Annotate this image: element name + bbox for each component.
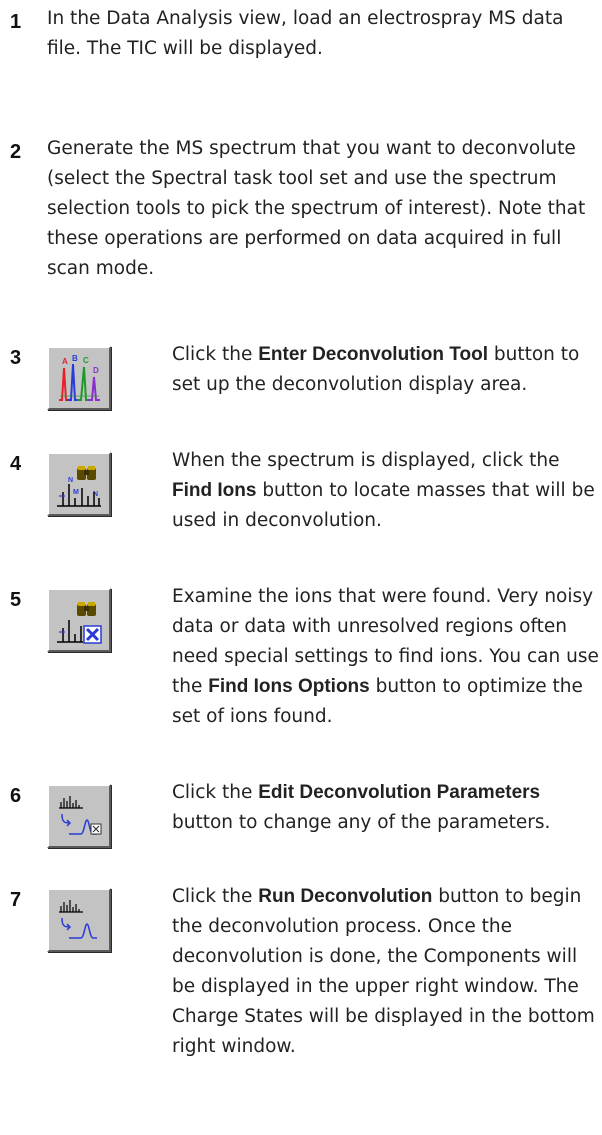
step-text: When the spectrum is displayed, click th…	[172, 446, 600, 536]
step-text-pre: Click the	[172, 886, 259, 907]
run-deconvolution-icon	[59, 900, 97, 939]
edit-deconvolution-parameters-icon	[59, 796, 102, 835]
enter-deconvolution-tool-button[interactable]: A B C D	[47, 346, 111, 410]
step-button-name: Find Ions Options	[208, 676, 370, 697]
step-number: 3	[10, 347, 22, 369]
run-deconvolution-button[interactable]	[47, 888, 111, 952]
mass-label-n: N	[68, 477, 73, 484]
step-text-pre: When the spectrum is displayed, click th…	[172, 450, 560, 471]
peak-label-b: B	[72, 354, 78, 363]
step-text: In the Data Analysis view, load an elect…	[47, 8, 564, 59]
peak-label-d: D	[93, 366, 99, 375]
find-ions-options-button[interactable]	[47, 588, 111, 652]
step-number: 1	[10, 11, 22, 33]
step-text: Click the Edit Deconvolution Parameters …	[172, 778, 600, 838]
step-number: 2	[10, 141, 22, 163]
step-number: 5	[10, 589, 22, 611]
step-text-post: button to change any of the parameters.	[172, 812, 551, 833]
step-text: Click the Enter Deconvolution Tool butto…	[172, 340, 600, 400]
step-text-pre: Click the	[172, 344, 259, 365]
step-button-name: Enter Deconvolution Tool	[258, 344, 488, 365]
step-number: 7	[10, 889, 22, 911]
step-button-name: Find Ions	[172, 480, 257, 501]
step-text-pre: Click the	[172, 782, 259, 803]
step-text-post: button to begin the deconvolution proces…	[172, 886, 595, 1057]
step-button-name: Run Deconvolution	[258, 886, 433, 907]
peak-label-c: C	[83, 356, 89, 365]
peak-label-a: A	[62, 357, 68, 366]
step-number: 4	[10, 453, 22, 475]
step-text: Click the Run Deconvolution button to be…	[172, 882, 600, 1062]
edit-deconvolution-parameters-button[interactable]	[47, 784, 111, 848]
enter-deconvolution-tool-icon: A B C D	[59, 354, 100, 401]
step-text: Generate the MS spectrum that you want t…	[47, 138, 586, 279]
find-ions-icon: N M N	[57, 466, 101, 507]
step-button-name: Edit Deconvolution Parameters	[258, 782, 541, 803]
mass-label-m: M	[73, 489, 79, 496]
step-number: 6	[10, 785, 22, 807]
step-text: Examine the ions that were found. Very n…	[172, 582, 600, 732]
find-ions-options-icon	[57, 602, 102, 644]
find-ions-button[interactable]: N M N	[47, 452, 111, 516]
